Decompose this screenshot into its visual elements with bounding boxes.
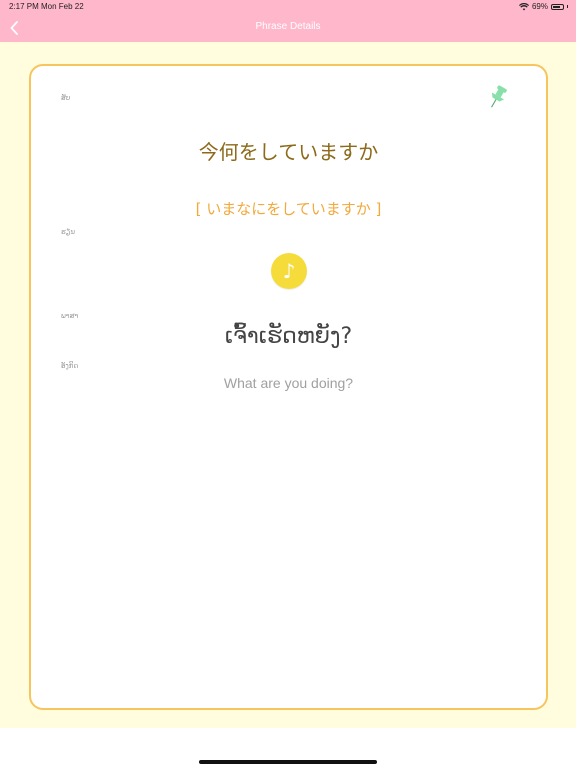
lao-translation: ເຈົ້າເຮັດຫຍັງ?	[224, 324, 353, 349]
battery-percentage: 69%	[531, 2, 548, 11]
home-indicator[interactable]	[199, 760, 377, 764]
status-bar: 2:17 PM Mon Feb 22 69%	[0, 0, 576, 14]
meaning-label: ອັງກິດ	[61, 362, 79, 370]
status-date: Mon Feb 22	[41, 2, 84, 11]
battery-tip	[567, 5, 568, 8]
phrase-label: ສັບ	[61, 94, 71, 102]
reading-label: ຮຽນ	[61, 228, 76, 236]
pushpin-icon	[490, 85, 507, 108]
english-translation: What are you doing?	[223, 375, 354, 391]
pin-button[interactable]	[487, 84, 509, 110]
status-right-group: 69%	[518, 2, 568, 11]
status-time: 2:17 PM	[9, 2, 39, 11]
play-audio-button[interactable]: ♪	[271, 253, 307, 289]
lao-label: ພາສາ	[61, 312, 79, 320]
music-note-icon: ♪	[282, 259, 296, 283]
japanese-phrase: 今何をしていますか	[198, 140, 379, 164]
phrase-card: ສັບ 今何をしていますか [ いまなにをしていますか ] ຮຽນ ♪ ພາສາ…	[29, 64, 548, 710]
wifi-icon	[518, 2, 529, 10]
page-title: Phrase Details	[255, 21, 321, 32]
phrase-reading: [ いまなにをしていますか ]	[195, 200, 382, 218]
battery-icon	[551, 3, 564, 10]
navigation-bar: Phrase Details	[0, 14, 576, 42]
